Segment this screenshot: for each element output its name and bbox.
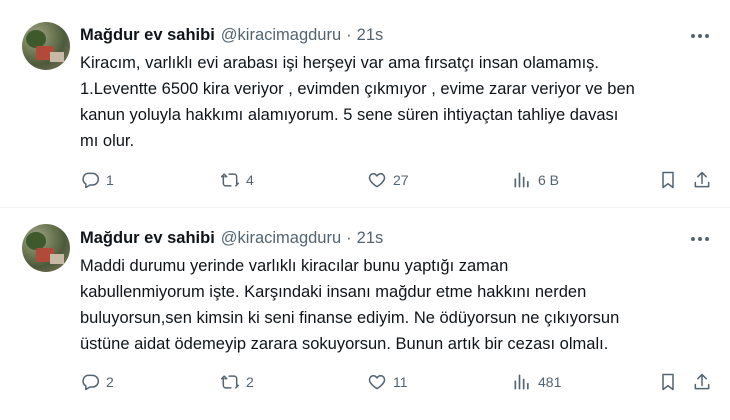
like-button[interactable]: 11 [367, 367, 408, 397]
reply-count: 2 [106, 374, 114, 390]
tweet-text: Maddi durumu yerinde varlıklı kiracılar … [80, 253, 710, 357]
tweet-actions: 2 2 11 481 [80, 367, 720, 397]
views-icon [512, 372, 532, 392]
heart-icon [367, 372, 387, 392]
author-handle[interactable]: @kiracimagduru [221, 229, 341, 248]
tweet-text-line: Kiracım, varlıklı evi arabası işi herşey… [80, 54, 599, 72]
tweet[interactable]: Mağdur ev sahibi @kiracimagduru · 21s Ma… [0, 208, 730, 420]
tweet-text-line: kabullenmiyorum işte. Karşındaki insanı … [80, 283, 587, 301]
share-button[interactable] [692, 165, 712, 195]
tweet-text-line: buluyorsun,sen kimsin ki seni finanse ed… [80, 309, 620, 327]
tweet-text-line: 1.Leventte 6500 kira veriyor , evimden ç… [80, 80, 635, 98]
retweet-count: 2 [246, 374, 254, 390]
avatar[interactable] [22, 224, 70, 272]
share-button[interactable] [692, 367, 712, 397]
author-handle[interactable]: @kiracimagduru [221, 26, 341, 45]
more-icon[interactable] [688, 228, 712, 250]
heart-icon [367, 170, 387, 190]
views-count: 481 [538, 374, 562, 390]
more-icon[interactable] [688, 25, 712, 47]
avatar[interactable] [22, 22, 70, 70]
views-count: 6 B [538, 172, 560, 188]
tweet-text: Kiracım, varlıklı evi arabası işi herşey… [80, 50, 710, 154]
tweet[interactable]: Mağdur ev sahibi @kiracimagduru · 21s Ki… [0, 0, 730, 208]
tweet-text-line: üstüne aidat ödemeyip zarara sokuyorsun.… [80, 335, 609, 353]
share-icon [692, 372, 712, 392]
views-icon [512, 170, 532, 190]
author-name[interactable]: Mağdur ev sahibi [80, 229, 215, 248]
share-icon [692, 170, 712, 190]
retweet-count: 4 [246, 172, 254, 188]
reply-button[interactable]: 2 [80, 367, 114, 397]
separator-dot: · [346, 25, 352, 44]
reply-icon [80, 170, 100, 190]
tweet-text-line: Maddi durumu yerinde varlıklı kiracılar … [80, 257, 509, 275]
separator-dot: · [346, 228, 352, 247]
timestamp[interactable]: 21s [357, 229, 384, 248]
bookmark-button[interactable] [658, 367, 678, 397]
bookmark-icon [658, 372, 678, 392]
tweet-header: Mağdur ev sahibi @kiracimagduru · 21s [80, 227, 383, 249]
reply-button[interactable]: 1 [80, 165, 114, 195]
tweet-text-line: mı olur. [80, 132, 135, 150]
reply-count: 1 [106, 172, 114, 188]
tweet-text-line: kanun yoluyla hakkımı alamıyorum. 5 sene… [80, 106, 619, 124]
retweet-icon [220, 170, 240, 190]
tweet-actions: 1 4 27 6 B [80, 165, 720, 195]
like-count: 27 [393, 172, 409, 188]
tweet-header: Mağdur ev sahibi @kiracimagduru · 21s [80, 24, 383, 46]
like-count: 11 [393, 374, 408, 390]
timestamp[interactable]: 21s [357, 26, 384, 45]
retweet-icon [220, 372, 240, 392]
like-button[interactable]: 27 [367, 165, 409, 195]
bookmark-icon [658, 170, 678, 190]
retweet-button[interactable]: 4 [220, 165, 254, 195]
reply-icon [80, 372, 100, 392]
author-name[interactable]: Mağdur ev sahibi [80, 26, 215, 45]
views-button[interactable]: 481 [512, 367, 561, 397]
views-button[interactable]: 6 B [512, 165, 559, 195]
retweet-button[interactable]: 2 [220, 367, 254, 397]
bookmark-button[interactable] [658, 165, 678, 195]
